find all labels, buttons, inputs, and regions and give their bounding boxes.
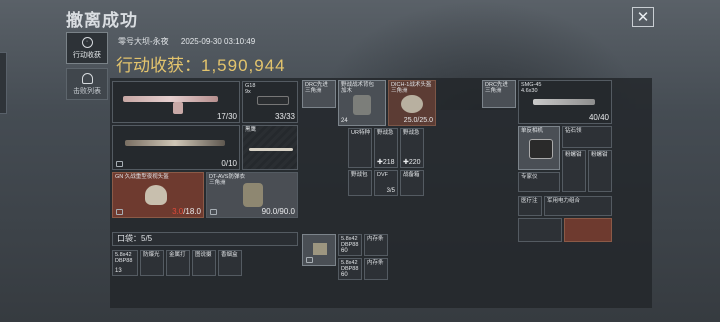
primary-weapon-slot[interactable]: 17/30 <box>112 81 240 123</box>
nav-kill-list[interactable]: 击败列表 <box>66 68 108 100</box>
map-name: 零号大坝-永夜 <box>118 37 169 46</box>
backpack-item[interactable]: 医疗注 <box>518 196 542 216</box>
backpack-item[interactable]: 钻石领 <box>562 126 612 148</box>
armor-icon <box>243 183 263 207</box>
secondary-weapon-slot[interactable]: 0/10 <box>112 125 240 170</box>
income-label: 行动收获： <box>116 56 201 75</box>
income-summary: 行动收获：1,590,944 <box>116 51 286 76</box>
pocket-header: 口袋：5/5 <box>112 232 298 246</box>
person-icon <box>81 73 93 84</box>
melee-name: 黑鹰 <box>245 127 257 133</box>
side-handle[interactable] <box>0 52 7 114</box>
rifle-icon <box>125 140 225 146</box>
pistol-slot[interactable]: G18 9x 33/33 <box>242 81 298 123</box>
bag-icon <box>210 209 217 215</box>
rifle-icon <box>123 96 218 102</box>
pistol-sub: 9x <box>245 89 251 95</box>
rig-item[interactable]: 野战战术背包 加木 24 <box>338 80 386 126</box>
safe-item[interactable]: 内存条 <box>364 234 388 256</box>
melee-slot[interactable]: 黑鹰 <box>242 125 298 170</box>
bag-icon <box>116 161 123 167</box>
helmet-slot[interactable]: GN 久战重型夜视头盔 3.0/18.0 <box>112 172 204 218</box>
map-info: 零号大坝-永夜 2025-09-30 03:10:49 <box>118 36 265 47</box>
nav-label: 行动收获 <box>73 52 101 59</box>
target-icon: · <box>81 37 93 48</box>
safe-item[interactable]: 内存条 <box>364 258 388 280</box>
rig-item[interactable]: UR特种 <box>348 128 372 168</box>
backpack-item[interactable] <box>564 218 612 242</box>
ammo-count: 0/10 <box>221 159 237 168</box>
ammo-count: 17/30 <box>216 112 237 121</box>
page-title: 撤离成功 <box>66 11 138 30</box>
pocket-item[interactable]: 香烟盒 <box>218 250 242 276</box>
backpack-icon <box>353 95 371 115</box>
rig-item[interactable]: 野战包 <box>348 170 372 196</box>
backpack-item[interactable]: 专家仪 <box>518 172 560 192</box>
backpack-item[interactable]: 军用电力组合 <box>544 196 612 216</box>
raid-datetime: 2025-09-30 03:10:49 <box>180 37 256 46</box>
pocket-item[interactable]: 金属打 <box>166 250 190 276</box>
rig-item[interactable]: DRC先进 三角洲 <box>302 80 336 108</box>
bag-icon <box>116 209 123 215</box>
helmet-icon <box>401 95 423 113</box>
pocket-item[interactable]: 图说摄 <box>192 250 216 276</box>
rig-item[interactable]: DICH-1战术头盔 三角洲 25.0/25.0 <box>388 80 436 126</box>
pocket-item[interactable]: 防爆光 <box>140 250 164 276</box>
rig-item[interactable]: 野战急 ✚220 <box>400 128 424 168</box>
case-icon <box>313 243 327 255</box>
safe-item[interactable]: 5.8x42 DBP88 60 <box>338 258 362 280</box>
rig-item[interactable]: 野战急 ✚218 <box>374 128 398 168</box>
backpack-item[interactable]: 单反相机 <box>518 126 560 170</box>
income-value: 1,590,944 <box>201 56 286 75</box>
backpack-item[interactable]: SMG-45 4.6x30 40/40 <box>518 80 612 124</box>
nav-action-loot[interactable]: · 行动收获 <box>66 32 108 64</box>
nav-label: 击败列表 <box>73 88 101 95</box>
smg-icon <box>533 99 595 105</box>
armor-sub: 三角洲 <box>209 180 226 186</box>
helmet-name: GN 久战重型夜视头盔 <box>115 174 169 180</box>
rig-item[interactable]: 战备箱 <box>400 170 424 196</box>
backpack-item[interactable]: DRC先进 三角洲 <box>482 80 516 108</box>
backpack-item[interactable]: 粉螺钳 <box>588 150 612 192</box>
backpack-item[interactable]: 粉螺钳 <box>562 150 586 192</box>
backpack-item[interactable] <box>518 218 562 242</box>
pocket-item[interactable]: 5.8x42 DBP88 13 <box>112 250 138 276</box>
safe-box-slot[interactable] <box>302 234 336 266</box>
helmet-icon <box>145 185 167 205</box>
armor-durability: 90.0/90.0 <box>261 207 295 216</box>
rifle-grip-icon <box>173 102 183 114</box>
close-button[interactable]: ✕ <box>632 7 654 27</box>
pistol-ammo: 33/33 <box>274 112 295 121</box>
durability: 3.0/18.0 <box>172 207 201 216</box>
camera-icon <box>529 139 553 159</box>
armor-slot[interactable]: DT-AVS防弹衣 三角洲 90.0/90.0 <box>206 172 298 218</box>
close-icon: ✕ <box>636 9 650 26</box>
pistol-icon <box>257 96 289 105</box>
rig-item[interactable]: DVF 3/5 <box>374 170 398 196</box>
knife-icon <box>249 148 293 151</box>
safe-item[interactable]: 5.8x42 DBP88 60 <box>338 234 362 256</box>
bag-icon <box>306 257 313 263</box>
